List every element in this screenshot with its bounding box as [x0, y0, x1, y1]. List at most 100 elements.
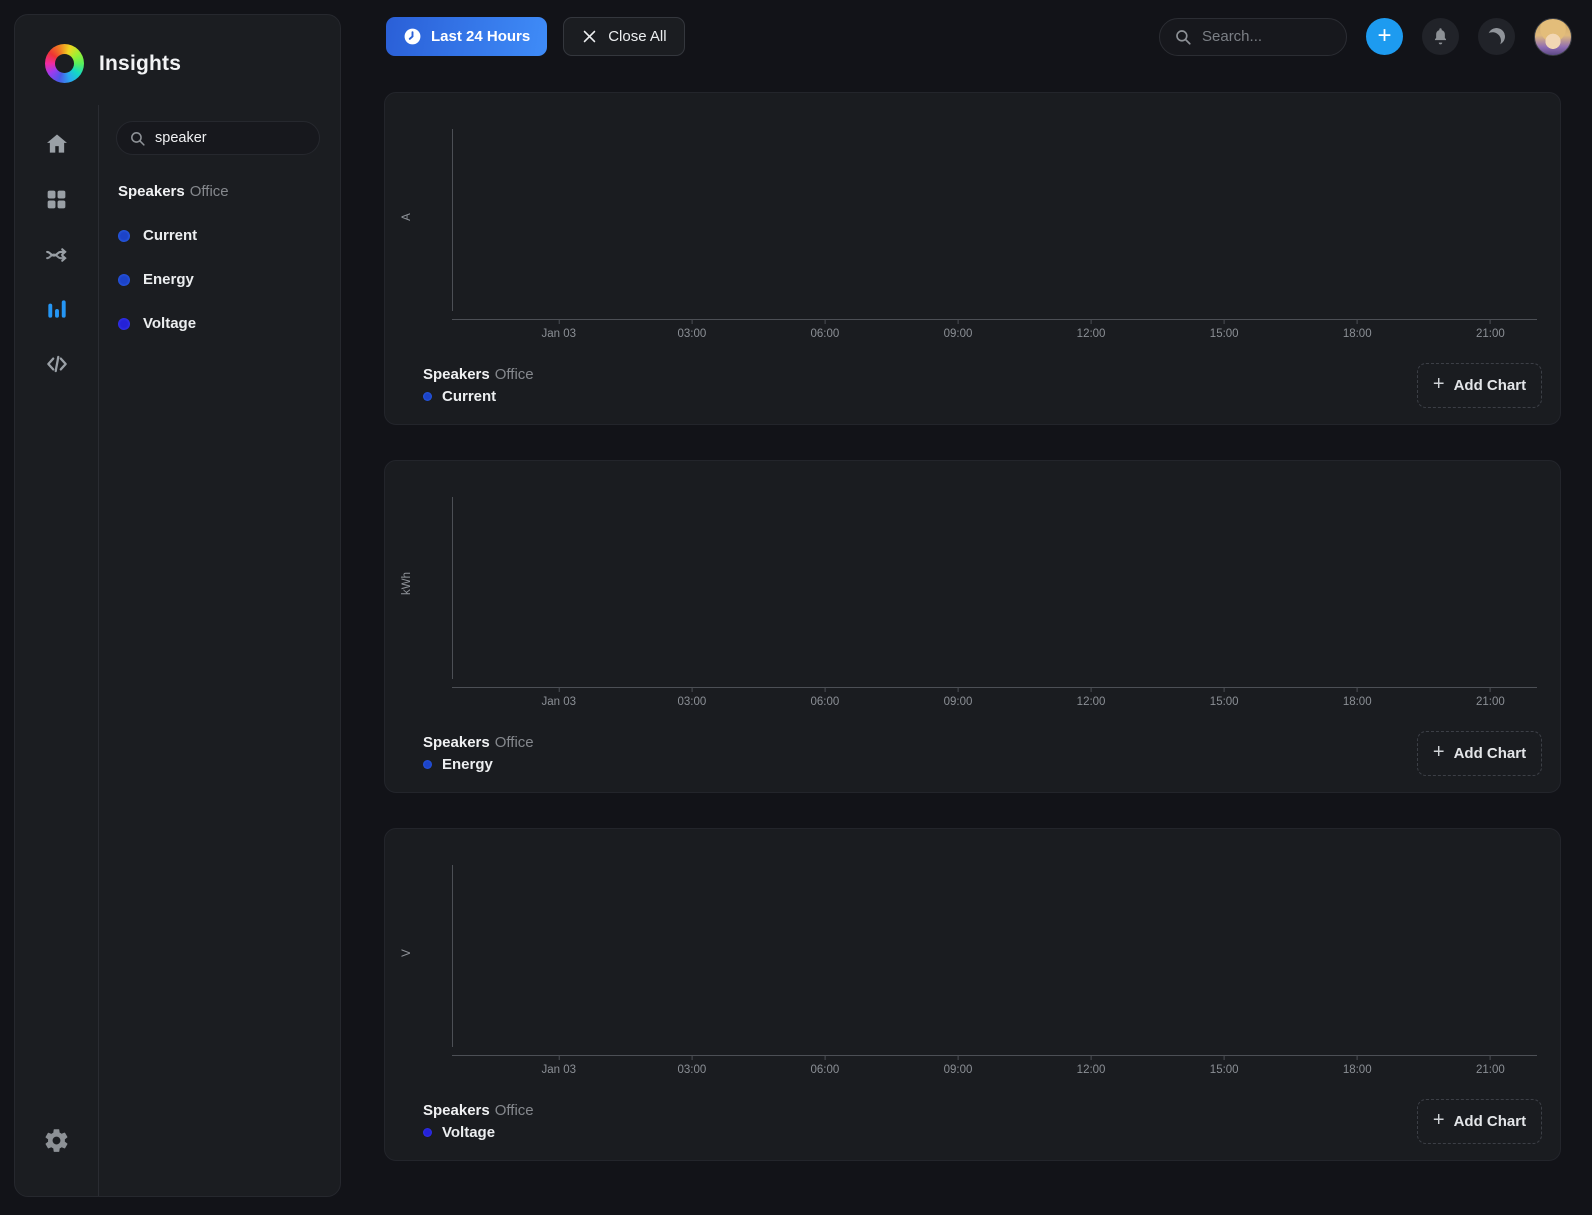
entity-dot-icon	[118, 273, 130, 286]
chart-legend: Speakers Office Current	[423, 366, 534, 405]
sidebar-item-code[interactable]	[35, 343, 79, 385]
series-name: Voltage	[442, 1124, 496, 1141]
sidebar-content: SpeakersOffice Current Energy Voltage	[99, 105, 340, 1196]
plus-icon: +	[1432, 1109, 1445, 1131]
tick-label: 18:00	[1342, 1064, 1372, 1076]
chart-subtitle: Office	[494, 1102, 534, 1119]
moon-icon	[1486, 26, 1507, 47]
nav-icon-rail	[15, 105, 99, 1196]
global-search[interactable]	[1159, 17, 1347, 56]
entity-label: Current	[143, 227, 198, 244]
theme-toggle-button[interactable]	[1478, 18, 1515, 55]
add-chart-button[interactable]: + Add Chart	[1417, 363, 1542, 408]
tick-label: 06:00	[810, 696, 840, 708]
series-name: Current	[442, 388, 497, 405]
entity-label: Voltage	[143, 315, 197, 332]
time-range-button[interactable]: Last 24 Hours	[386, 17, 548, 56]
tick-label: 15:00	[1209, 696, 1239, 708]
y-axis-line	[452, 497, 453, 679]
tick-label: 18:00	[1342, 696, 1372, 708]
shuffle-icon	[44, 242, 69, 267]
sidebar-item-settings[interactable]	[35, 1119, 79, 1161]
app-title: Insights	[99, 51, 182, 75]
x-axis-ticks: Jan 03 03:00 06:00 09:00 12:00 15:00 18:…	[452, 1055, 1537, 1085]
add-chart-button[interactable]: + Add Chart	[1417, 731, 1542, 776]
x-axis-ticks: Jan 03 03:00 06:00 09:00 12:00 15:00 18:…	[452, 687, 1537, 717]
sidebar: Insights speaker Speakers Office Current…	[14, 14, 341, 1197]
sidebar-item-voltage[interactable]: Voltage	[118, 315, 320, 332]
notifications-button[interactable]	[1422, 18, 1459, 55]
add-chart-button[interactable]: + Add Chart	[1417, 1099, 1542, 1144]
tick-label: 09:00	[943, 328, 973, 340]
entity-dot-icon	[118, 229, 130, 242]
entity-group-header: Speakers Office	[118, 183, 320, 200]
add-chart-label: Add Chart	[1453, 745, 1527, 762]
plus-icon: +	[1432, 373, 1445, 395]
y-axis-line	[452, 129, 453, 311]
add-button[interactable]: +	[1366, 18, 1403, 55]
sidebar-search-input[interactable]	[155, 130, 307, 146]
time-range-label: Last 24 Hours	[431, 28, 531, 45]
tick-label: 09:00	[943, 1064, 973, 1076]
series-dot-icon	[423, 1128, 432, 1137]
close-all-button[interactable]: Close All	[563, 17, 685, 56]
search-icon	[129, 130, 146, 147]
chart-subtitle: Office	[494, 366, 534, 383]
grid-icon	[44, 187, 69, 212]
tick-label: Jan 03	[541, 696, 577, 708]
chart-subtitle: Office	[494, 734, 534, 751]
tick-label: 12:00	[1076, 328, 1106, 340]
plus-icon: +	[1377, 21, 1392, 49]
tick-label: 12:00	[1076, 1064, 1106, 1076]
bell-icon	[1431, 27, 1450, 46]
chart-title: Speakers	[423, 366, 490, 383]
sidebar-item-energy[interactable]: Energy	[118, 271, 320, 288]
chart-panel-voltage: V Jan 03 03:00 06:00 09:00 12:00 15:00 1…	[384, 828, 1561, 1161]
tick-label: 03:00	[677, 1064, 707, 1076]
tick-label: 15:00	[1209, 1064, 1239, 1076]
tick-label: 18:00	[1342, 328, 1372, 340]
tick-label: 21:00	[1475, 1064, 1505, 1076]
add-chart-label: Add Chart	[1453, 1113, 1527, 1130]
sidebar-item-current[interactable]: Current	[118, 227, 320, 244]
entity-dot-icon	[118, 317, 130, 330]
close-icon	[581, 28, 598, 45]
search-icon	[1174, 28, 1192, 46]
tick-label: 06:00	[810, 328, 840, 340]
sidebar-item-dashboard[interactable]	[35, 178, 79, 220]
sidebar-item-charts[interactable]	[35, 288, 79, 330]
legend-item[interactable]: Current	[423, 388, 534, 405]
chart-title: Speakers	[423, 1102, 490, 1119]
entity-group-name: Speakers	[118, 183, 185, 200]
sidebar-item-home[interactable]	[35, 123, 79, 165]
chart-panels: A Jan 03 03:00 06:00 09:00 12:00 15:00 1…	[384, 92, 1561, 1196]
add-chart-label: Add Chart	[1453, 377, 1527, 394]
tick-label: 21:00	[1475, 328, 1505, 340]
plus-icon: +	[1432, 741, 1445, 763]
global-search-input[interactable]	[1202, 28, 1332, 45]
y-axis-label: kWh	[401, 572, 413, 595]
home-icon	[44, 131, 70, 157]
sidebar-search[interactable]	[116, 121, 320, 155]
sidebar-item-flows[interactable]	[35, 233, 79, 275]
chart-panel-current: A Jan 03 03:00 06:00 09:00 12:00 15:00 1…	[384, 92, 1561, 425]
sidebar-header: Insights	[15, 15, 340, 105]
entity-label: Energy	[143, 271, 194, 288]
legend-item[interactable]: Voltage	[423, 1124, 534, 1141]
series-dot-icon	[423, 392, 432, 401]
tick-label: 09:00	[943, 696, 973, 708]
chart-panel-energy: kWh Jan 03 03:00 06:00 09:00 12:00 15:00…	[384, 460, 1561, 793]
tick-label: 21:00	[1475, 696, 1505, 708]
chart-legend: Speakers Office Energy	[423, 734, 534, 773]
gear-icon	[43, 1127, 70, 1154]
legend-item[interactable]: Energy	[423, 756, 534, 773]
y-axis-line	[452, 865, 453, 1047]
app-logo-icon	[45, 44, 84, 83]
tick-label: 06:00	[810, 1064, 840, 1076]
series-dot-icon	[423, 760, 432, 769]
y-axis-label: V	[401, 949, 413, 957]
y-axis-label: A	[401, 213, 413, 221]
user-avatar[interactable]	[1534, 17, 1572, 56]
x-axis-ticks: Jan 03 03:00 06:00 09:00 12:00 15:00 18:…	[452, 319, 1537, 349]
tick-label: 03:00	[677, 328, 707, 340]
